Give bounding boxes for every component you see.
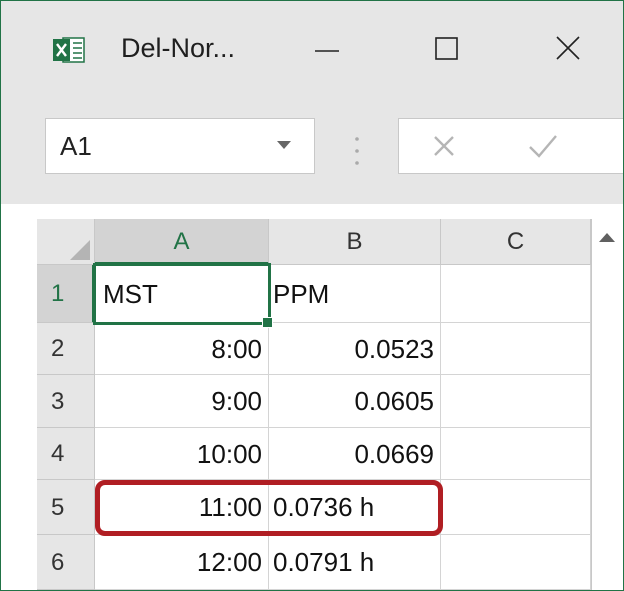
column-header-b[interactable]: B [269, 219, 441, 265]
cell-a3[interactable]: 9:00 [95, 375, 269, 428]
cell-b2[interactable]: 0.0523 [269, 323, 441, 375]
cell-a6[interactable]: 12:00 [95, 535, 269, 590]
cell-c4[interactable] [441, 428, 591, 480]
name-box-value: A1 [60, 131, 92, 161]
row-header-1[interactable]: 1 [37, 265, 95, 323]
select-all-icon [70, 240, 90, 260]
row-header-6[interactable]: 6 [37, 535, 95, 590]
cell-a2[interactable]: 8:00 [95, 323, 269, 375]
fill-handle[interactable] [262, 317, 273, 328]
cell-c5[interactable] [441, 480, 591, 535]
cell-b5[interactable]: 0.0736 h [269, 480, 441, 535]
vertical-scrollbar[interactable] [591, 219, 623, 590]
cell-c2[interactable] [441, 323, 591, 375]
row-header-3[interactable]: 3 [37, 375, 95, 428]
separator-dots-icon [355, 137, 359, 165]
maximize-icon[interactable] [427, 31, 467, 67]
close-icon[interactable] [549, 31, 589, 67]
cell-c6[interactable] [441, 535, 591, 590]
formula-input-area[interactable] [398, 118, 623, 174]
select-all-corner[interactable] [37, 219, 95, 265]
cell-b6[interactable]: 0.0791 h [269, 535, 441, 590]
row-header-4[interactable]: 4 [37, 428, 95, 480]
name-box[interactable]: A1 [45, 118, 315, 174]
excel-window: Del-Nor... A1 A B C 1 MST PPM 2 8:00 0.0… [0, 0, 624, 591]
cell-c3[interactable] [441, 375, 591, 428]
formula-bar: A1 [1, 92, 623, 204]
cell-a4[interactable]: 10:00 [95, 428, 269, 480]
row-header-2[interactable]: 2 [37, 323, 95, 375]
cell-b3[interactable]: 0.0605 [269, 375, 441, 428]
chevron-down-icon[interactable] [276, 139, 292, 151]
cell-c1[interactable] [441, 265, 591, 323]
cell-a1[interactable]: MST [95, 265, 269, 323]
column-header-a[interactable]: A [95, 219, 269, 265]
excel-icon [53, 37, 85, 63]
cell-a5[interactable]: 11:00 [95, 480, 269, 535]
scrollbar-track[interactable] [592, 253, 623, 590]
window-title: Del-Nor... [121, 33, 236, 63]
cancel-x-icon[interactable] [429, 131, 459, 161]
cell-b4[interactable]: 0.0669 [269, 428, 441, 480]
enter-check-icon[interactable] [527, 131, 559, 161]
spreadsheet-grid: A B C 1 MST PPM 2 8:00 0.0523 3 9:00 0.0… [1, 204, 623, 590]
scroll-up-arrow-icon[interactable] [594, 225, 620, 251]
row-header-5[interactable]: 5 [37, 480, 95, 535]
title-bar: Del-Nor... [1, 1, 623, 92]
column-header-c[interactable]: C [441, 219, 591, 265]
minimize-icon[interactable] [307, 31, 347, 67]
cell-b1[interactable]: PPM [269, 265, 441, 323]
